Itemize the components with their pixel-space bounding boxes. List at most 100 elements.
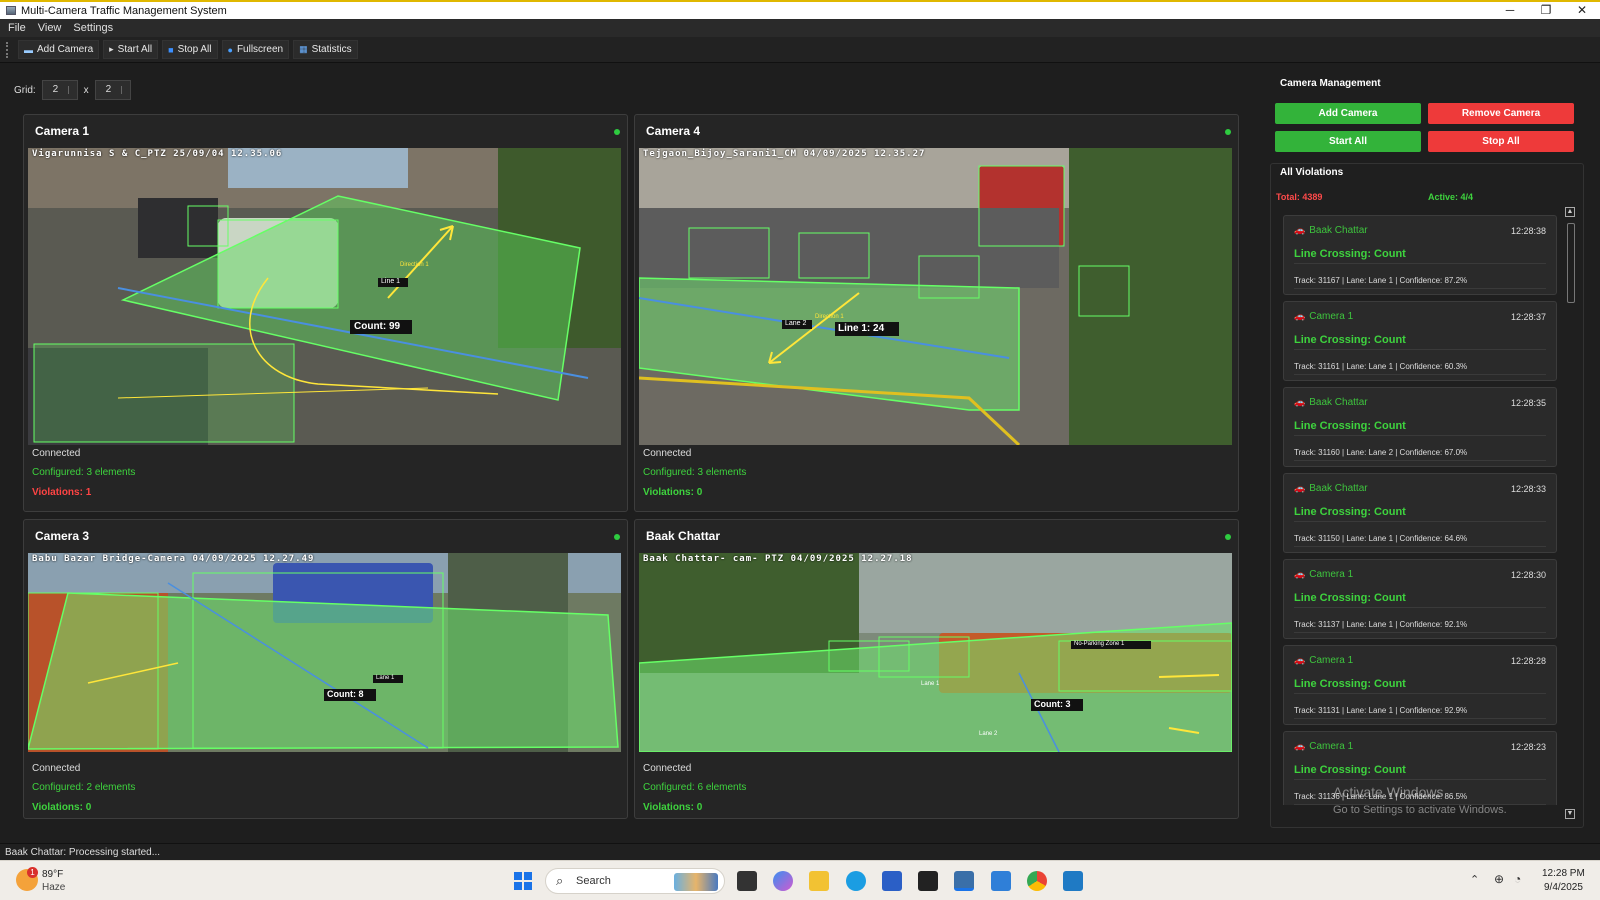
- edge-icon[interactable]: [846, 871, 866, 891]
- violation-time: 12:28:33: [1510, 484, 1546, 494]
- task-view-icon[interactable]: [737, 871, 757, 891]
- toolbar-label: Stop All: [177, 44, 212, 55]
- menu-view[interactable]: View: [38, 22, 62, 34]
- clock-date[interactable]: 9/4/2025: [1544, 882, 1583, 893]
- direction-label: Direction 1: [815, 314, 844, 320]
- close-icon[interactable]: ✕: [1564, 2, 1600, 19]
- violations-scrollbar[interactable]: ▲ ▼: [1565, 207, 1577, 819]
- restore-icon[interactable]: ❐: [1528, 2, 1564, 19]
- camera-icon: ▬: [24, 44, 33, 55]
- remote-desktop-icon[interactable]: [1063, 871, 1083, 891]
- chrome-icon[interactable]: [1027, 871, 1047, 891]
- camera-name: Camera 3: [35, 529, 90, 543]
- camera-feed[interactable]: Vigarunnisa S & C_PTZ 25/09/04 12.35.06 …: [28, 148, 621, 445]
- violation-card[interactable]: 🚗 Camera 1 12:28:28 Line Crossing: Count …: [1283, 645, 1557, 725]
- stop-all-button[interactable]: Stop All: [1428, 131, 1574, 152]
- toolbar-fullscreen-button[interactable]: ● Fullscreen: [221, 40, 290, 59]
- copilot-icon[interactable]: [773, 871, 793, 891]
- start-all-button[interactable]: Start All: [1275, 131, 1421, 152]
- add-camera-button[interactable]: Add Camera: [1275, 103, 1421, 124]
- camera-violations: Violations: 0: [643, 802, 703, 813]
- grid-control: Grid: 2 x 2: [14, 80, 137, 100]
- violation-card[interactable]: 🚗 Baak Chattar 12:28:38 Line Crossing: Co…: [1283, 215, 1557, 295]
- clock-time[interactable]: 12:28 PM: [1542, 868, 1585, 879]
- toolbar-label: Statistics: [311, 44, 352, 55]
- count-label: Line 1: 24: [838, 323, 885, 334]
- violation-card[interactable]: 🚗 Camera 1 12:28:30 Line Crossing: Count …: [1283, 559, 1557, 639]
- terminal-icon[interactable]: [918, 871, 938, 891]
- camera-name: Baak Chattar: [646, 529, 721, 543]
- connection-status-dot: [614, 129, 620, 135]
- notepad-icon[interactable]: [991, 871, 1011, 891]
- toolbar: ▬ Add Camera ▸ Start All ■ Stop All ● Fullsc…: [0, 37, 1600, 63]
- violation-camera-name: Baak Chattar: [1309, 397, 1368, 408]
- toolbar-stop-all-button[interactable]: ■ Stop All: [162, 40, 218, 59]
- weather-desc[interactable]: Haze: [42, 882, 65, 893]
- violation-type: Line Crossing: Count: [1294, 334, 1406, 346]
- scrollbar-thumb[interactable]: [1567, 223, 1575, 303]
- python-app-icon[interactable]: [954, 871, 974, 891]
- violation-card[interactable]: 🚗 Baak Chattar 12:28:33 Line Crossing: Co…: [1283, 473, 1557, 553]
- violation-camera: 🚗 Camera 1: [1294, 311, 1353, 322]
- minimize-icon[interactable]: ─: [1492, 2, 1528, 19]
- toolbar-start-all-button[interactable]: ▸ Start All: [103, 40, 159, 59]
- violation-camera-name: Camera 1: [1309, 311, 1354, 322]
- camera-panel-baak-chattar[interactable]: Baak Chattar Baak Chattar- cam- PTZ 04/0…: [634, 519, 1239, 819]
- menu-file[interactable]: File: [8, 22, 26, 34]
- toolbar-label: Start All: [117, 44, 153, 55]
- scroll-up-icon[interactable]: ▲: [1565, 207, 1575, 217]
- violation-card[interactable]: 🚗 Camera 1 12:28:37 Line Crossing: Count …: [1283, 301, 1557, 381]
- camera-feed[interactable]: Baak Chattar- cam- PTZ 04/09/2025 12.27.…: [639, 553, 1232, 752]
- toolbar-add-camera-button[interactable]: ▬ Add Camera: [18, 40, 100, 59]
- violation-detail: Track: 31161 | Lane: Lane 1 | Confidence…: [1294, 362, 1468, 371]
- camera-configured: Configured: 3 elements: [643, 467, 747, 478]
- camera-name: Camera 1: [35, 124, 90, 138]
- connection-status-dot: [1225, 129, 1231, 135]
- all-violations-title: All Violations: [1280, 167, 1344, 178]
- camera-panel-camera-4[interactable]: Camera 4 Tejgaon_Bijoy_Sarani1_CM 04/09/…: [634, 114, 1239, 512]
- divider: [1294, 632, 1546, 633]
- camera-feed[interactable]: Babu Bazar Bridge-Camera 04/09/2025 12.2…: [28, 553, 621, 752]
- network-icon[interactable]: ⊕: [1494, 872, 1504, 886]
- violation-type: Line Crossing: Count: [1294, 592, 1406, 604]
- search-icon: ⌕: [556, 873, 564, 888]
- camera-panel-camera-3[interactable]: Camera 3 Babu Bazar Bridge-Camera 04/09/…: [23, 519, 628, 819]
- toolbar-statistics-button[interactable]: ▦ Statistics: [293, 40, 358, 59]
- camera-osd: Vigarunnisa S & C_PTZ 25/09/04 12.35.06: [32, 149, 283, 159]
- camera-osd: Babu Bazar Bridge-Camera 04/09/2025 12.2…: [32, 554, 315, 564]
- car-icon: 🚗: [1294, 741, 1306, 751]
- camera-management-title: Camera Management: [1280, 78, 1381, 89]
- violations-list[interactable]: 🚗 Baak Chattar 12:28:38 Line Crossing: Co…: [1283, 215, 1557, 805]
- violation-detail: Track: 31131 | Lane: Lane 1 | Confidence…: [1294, 706, 1468, 715]
- violation-card[interactable]: 🚗 Baak Chattar 12:28:35 Line Crossing: Co…: [1283, 387, 1557, 467]
- camera-feed[interactable]: Tejgaon_Bijoy_Sarani1_CM 04/09/2025 12.3…: [639, 148, 1232, 445]
- divider: [1294, 546, 1546, 547]
- violation-time: 12:28:37: [1510, 312, 1546, 322]
- store-icon[interactable]: [882, 871, 902, 891]
- violation-camera: 🚗 Baak Chattar: [1294, 483, 1368, 494]
- car-icon: 🚗: [1294, 311, 1306, 321]
- weather-badge: 1: [27, 867, 38, 878]
- violation-camera-name: Baak Chattar: [1309, 225, 1368, 236]
- activation-watermark-title: Activate Windows: [1333, 784, 1444, 800]
- divider: [1294, 460, 1546, 461]
- connection-status-dot: [614, 534, 620, 540]
- grid-cols-spinbox[interactable]: 2: [94, 80, 131, 100]
- grid-rows-spinbox[interactable]: 2: [41, 80, 78, 100]
- taskbar-search-box[interactable]: ⌕ Search: [545, 868, 725, 894]
- menu-settings[interactable]: Settings: [73, 22, 113, 34]
- search-placeholder: Search: [576, 875, 611, 887]
- car-icon: 🚗: [1294, 483, 1306, 493]
- scroll-down-icon[interactable]: ▼: [1565, 809, 1575, 819]
- weather-temp[interactable]: 89°F: [42, 869, 63, 880]
- volume-icon[interactable]: ◔: [1514, 872, 1521, 886]
- line-label: Lane 2: [785, 320, 807, 327]
- chevron-up-icon[interactable]: ⌃: [1470, 873, 1479, 886]
- toolbar-grip[interactable]: [6, 41, 10, 58]
- camera-panel-camera-1[interactable]: Camera 1 Vigarunnisa S & C_PTZ 25/09/04 …: [23, 114, 628, 512]
- start-icon[interactable]: [514, 872, 532, 890]
- line-label: Lane 1: [376, 675, 395, 681]
- menu-bar: File View Settings: [0, 19, 1600, 37]
- remove-camera-button[interactable]: Remove Camera: [1428, 103, 1574, 124]
- file-explorer-icon[interactable]: [809, 871, 829, 891]
